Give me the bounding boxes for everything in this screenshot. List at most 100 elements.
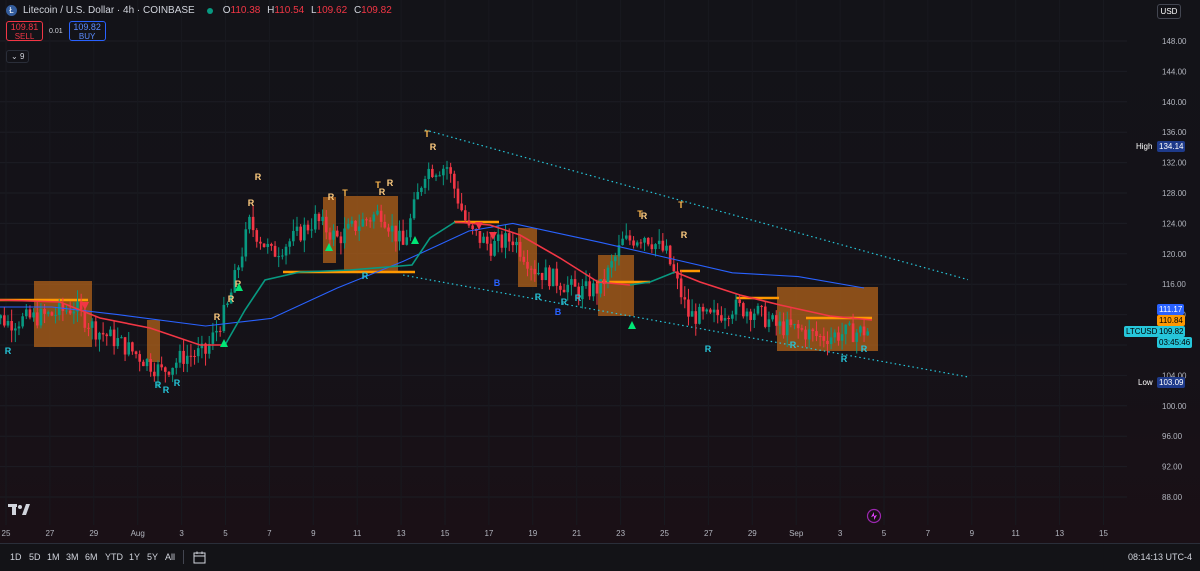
candle [628,230,632,246]
time-tick-label: 11 [1012,529,1021,538]
range-all[interactable]: All [165,552,175,562]
candle [431,164,434,179]
buy-signal-triangle [411,236,419,244]
signal-label: R [5,346,12,356]
candle [211,322,215,351]
time-tick-label: 11 [353,529,362,538]
bar-countdown: 03:45:46 [1157,337,1193,348]
range-1y[interactable]: 1Y [129,552,140,562]
candle [178,344,182,368]
candle [167,371,171,378]
time-tick-label: 19 [528,529,537,538]
symbol-title[interactable]: Litecoin / U.S. Dollar · 4h · COINBASE [23,5,195,16]
time-tick-label: 3 [838,529,843,538]
candle [251,206,255,238]
candle [723,308,727,329]
candle [661,233,665,253]
high-value: 134.14 [1157,141,1186,152]
time-tick-label: 7 [926,529,931,538]
candle [683,286,687,309]
candle [127,332,131,357]
time-tick-label: 27 [45,529,54,538]
buy-button[interactable]: 109.82 BUY [68,21,106,41]
time-tick-label: 7 [267,529,272,538]
candle [643,236,646,251]
time-tick-label: 27 [704,529,713,538]
time-tick-label: Aug [131,529,145,538]
candle [412,192,416,221]
candle [266,238,270,254]
candle [570,275,573,296]
candle [573,270,577,287]
price-tick-label: 100.00 [1162,402,1187,411]
signal-label: R [430,142,437,152]
candle [456,181,460,209]
signal-label: R [163,385,170,395]
time-tick-label: 5 [882,529,887,538]
range-5y[interactable]: 5Y [147,552,158,562]
market-status-icon [206,7,213,14]
candle [131,341,134,355]
signal-label: R [379,187,386,197]
signal-label: R [214,312,221,322]
candle [145,357,149,372]
range-1m[interactable]: 1M [47,552,60,562]
candle [94,316,98,347]
time-tick-label: 3 [179,529,184,538]
price-tick-label: 88.00 [1162,493,1183,502]
range-1d[interactable]: 1D [10,552,22,562]
trend-channel-upper [424,129,969,281]
signal-label: B [555,307,562,317]
range-5d[interactable]: 5D [29,552,41,562]
candle [189,344,193,367]
candle [551,268,555,287]
candle [548,265,551,290]
candle [482,232,485,244]
candle [185,344,189,373]
signal-label: R [362,271,369,281]
clock-timezone[interactable]: 08:14:13 UTC-4 [1128,552,1192,562]
time-axis: 25 27 29 Aug 3 5 7 9 11 13 15 17 19 21 23 25 27 29 Sep 3 5 7 9… [2,529,1109,538]
candle [237,265,240,279]
candle [467,211,471,228]
calendar-range-icon[interactable] [193,551,206,569]
price-chart[interactable]: TRTT RRRRRRRRTRTRRR RRRR R RR RRRBB 148.00144… [0,0,1200,543]
candles [0,160,870,388]
ohlc-values: O110.38 H110.54 L109.62 C109.82 [222,5,392,16]
candle [544,259,548,281]
range-6m[interactable]: 6M [85,552,98,562]
candle [416,183,420,200]
replay-icon[interactable] [866,508,882,529]
signal-label: R [681,230,688,240]
price-tick-label: 148.00 [1162,37,1187,46]
candle [335,225,339,238]
range-3m[interactable]: 3M [66,552,79,562]
candle [303,217,306,253]
price-tick-label: 120.00 [1162,250,1187,259]
signal-label: R [174,378,181,388]
sell-button[interactable]: 109.81 SELL [6,21,43,41]
candle [244,221,248,262]
mid-level-tag: 110.84 [1157,315,1185,326]
signal-label: R [328,192,335,202]
time-tick-label: 9 [970,529,975,538]
candle [595,279,599,305]
last-price-tag: 109.82 [1157,326,1186,337]
moving-average-line [0,222,865,327]
range-ytd[interactable]: YTD [105,552,123,562]
signal-label: R [575,293,582,303]
candle [639,239,643,249]
candle [555,261,559,294]
candle [174,358,178,375]
tradingview-logo[interactable] [8,503,30,521]
time-tick-label: 25 [660,529,669,538]
candle [485,231,489,251]
candle [204,342,207,366]
signal-label: R [561,297,568,307]
candle [105,332,109,346]
currency-button[interactable]: USD [1157,4,1181,19]
indicators-toggle[interactable]: ⌄ 9 [6,50,30,63]
time-tick-label: 17 [484,529,493,538]
candle [120,335,123,339]
candle [731,310,734,324]
